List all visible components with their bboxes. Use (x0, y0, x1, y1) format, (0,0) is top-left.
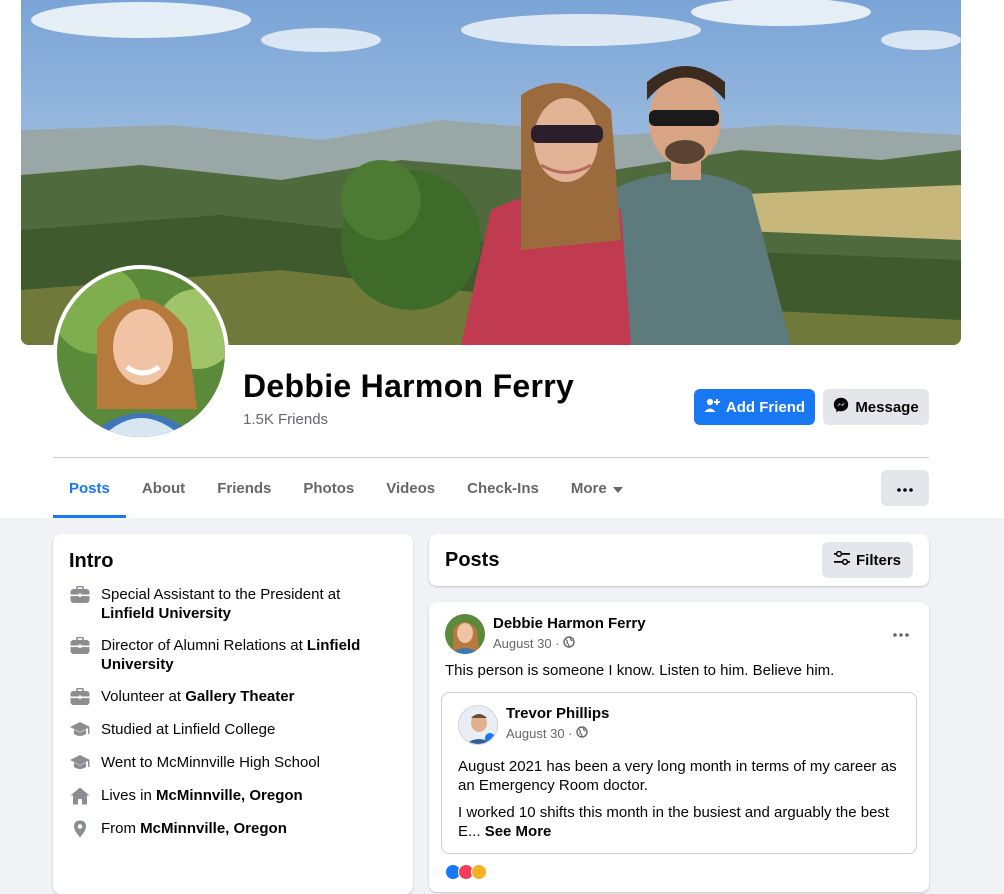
intro-item: Studied at Linfield College (69, 720, 397, 740)
more-dots-icon (897, 479, 913, 497)
tab-label: Posts (69, 479, 110, 497)
profile-options-button[interactable] (881, 470, 929, 506)
intro-item-link[interactable]: McMinnville, Oregon (140, 820, 287, 837)
intro-item-prefix: Special Assistant to the President at (101, 586, 341, 603)
intro-item-text: From McMinnville, Oregon (101, 819, 287, 838)
friends-count[interactable]: 1.5K Friends (243, 411, 328, 428)
house-icon (69, 786, 91, 806)
message-label: Message (855, 398, 919, 416)
profile-name: Debbie Harmon Ferry (243, 368, 575, 404)
messenger-icon (833, 397, 849, 417)
tab-about[interactable]: About (126, 458, 201, 518)
add-friend-button[interactable]: Add Friend (694, 389, 815, 425)
tab-check-ins[interactable]: Check-Ins (451, 458, 555, 518)
reactions-icons[interactable] (445, 864, 487, 880)
intro-item-prefix: Lives in (101, 787, 157, 804)
graduation-cap-icon (69, 753, 91, 773)
tab-videos[interactable]: Videos (370, 458, 451, 518)
shared-author-name[interactable]: Trevor Phillips (506, 705, 609, 722)
post-options-button[interactable] (893, 624, 909, 642)
add-friend-icon (704, 397, 720, 417)
globe-icon (562, 636, 575, 651)
intro-title: Intro (69, 550, 114, 572)
intro-list: Special Assistant to the President at Li… (69, 585, 397, 839)
intro-item-link[interactable]: Gallery Theater (185, 688, 294, 705)
graduation-cap-icon (69, 720, 91, 740)
intro-item: Lives in McMinnville, Oregon (69, 786, 397, 806)
intro-item-text: Went to McMinnville High School (101, 753, 320, 772)
briefcase-icon (69, 585, 91, 605)
intro-item-prefix: Volunteer at (101, 688, 186, 705)
shared-paragraph-1: August 2021 has been a very long month i… (458, 758, 897, 794)
intro-item-text: Lives in McMinnville, Oregon (101, 786, 303, 805)
intro-item-text: Director of Alumni Relations at Linfield… (101, 636, 397, 674)
shared-author-avatar[interactable] (458, 705, 498, 745)
shared-post-text: August 2021 has been a very long month i… (458, 757, 908, 841)
care-reaction-icon (471, 864, 487, 880)
tab-more[interactable]: More (555, 458, 639, 518)
tab-photos[interactable]: Photos (287, 458, 370, 518)
intro-item: From McMinnville, Oregon (69, 819, 397, 839)
intro-item-link[interactable]: Linfield University (101, 605, 231, 622)
profile-tabs: Posts About Friends Photos Videos Check-… (53, 458, 639, 518)
tab-label: Photos (303, 479, 355, 497)
shared-post-date[interactable]: August 30 · (506, 726, 573, 741)
filters-button[interactable]: Filters (821, 542, 913, 578)
tab-label: More (570, 479, 607, 497)
location-pin-icon (69, 819, 91, 839)
tab-label: Friends (217, 479, 272, 497)
intro-item-prefix: Director of Alumni Relations at (101, 637, 307, 654)
briefcase-icon (69, 636, 91, 656)
intro-item-text: Volunteer at Gallery Theater (101, 687, 294, 706)
shared-post[interactable]: Trevor Phillips August 30 · August 2021 … (441, 692, 917, 854)
caret-down-icon (612, 480, 623, 497)
post-author-avatar[interactable] (445, 614, 485, 654)
tab-label: About (141, 479, 186, 497)
tab-label: Videos (386, 479, 436, 497)
shared-post-meta: August 30 · (506, 726, 588, 741)
globe-icon (575, 726, 588, 741)
message-button[interactable]: Message (823, 389, 929, 425)
briefcase-icon (69, 687, 91, 707)
post-meta: August 30 · (493, 636, 575, 651)
intro-item-prefix: Studied at Linfield College (101, 721, 276, 738)
add-friend-label: Add Friend (725, 398, 806, 416)
intro-item-text: Special Assistant to the President at Li… (101, 585, 397, 623)
intro-item-prefix: From (101, 820, 141, 837)
post-card: Debbie Harmon Ferry August 30 · This per… (429, 602, 929, 892)
more-dots-icon (893, 624, 909, 641)
intro-item: Went to McMinnville High School (69, 753, 397, 773)
filters-icon (833, 550, 850, 569)
intro-item: Volunteer at Gallery Theater (69, 687, 397, 707)
intro-item-prefix: Went to McMinnville High School (101, 754, 320, 771)
intro-item-text: Studied at Linfield College (101, 720, 275, 739)
intro-item: Director of Alumni Relations at Linfield… (69, 636, 397, 674)
shared-paragraph-2: I worked 10 shifts this month in the bus… (458, 803, 908, 841)
tab-friends[interactable]: Friends (201, 458, 287, 518)
posts-header-card: Posts Filters (429, 534, 929, 586)
tab-label: Check-Ins (467, 479, 539, 497)
post-date[interactable]: August 30 · (493, 636, 560, 651)
tab-posts[interactable]: Posts (53, 458, 126, 518)
filters-label: Filters (855, 551, 901, 569)
see-more-link[interactable]: See More (485, 823, 552, 840)
post-text: This person is someone I know. Listen to… (445, 662, 835, 679)
post-author-name[interactable]: Debbie Harmon Ferry (493, 615, 646, 632)
intro-item-link[interactable]: McMinnville, Oregon (156, 787, 303, 804)
posts-title: Posts (445, 548, 500, 571)
intro-card: Intro Special Assistant to the President… (53, 534, 413, 894)
profile-header: Debbie Harmon Ferry 1.5K Friends Add Fri… (0, 0, 1004, 518)
intro-item: Special Assistant to the President at Li… (69, 585, 397, 623)
profile-avatar[interactable] (53, 265, 229, 441)
